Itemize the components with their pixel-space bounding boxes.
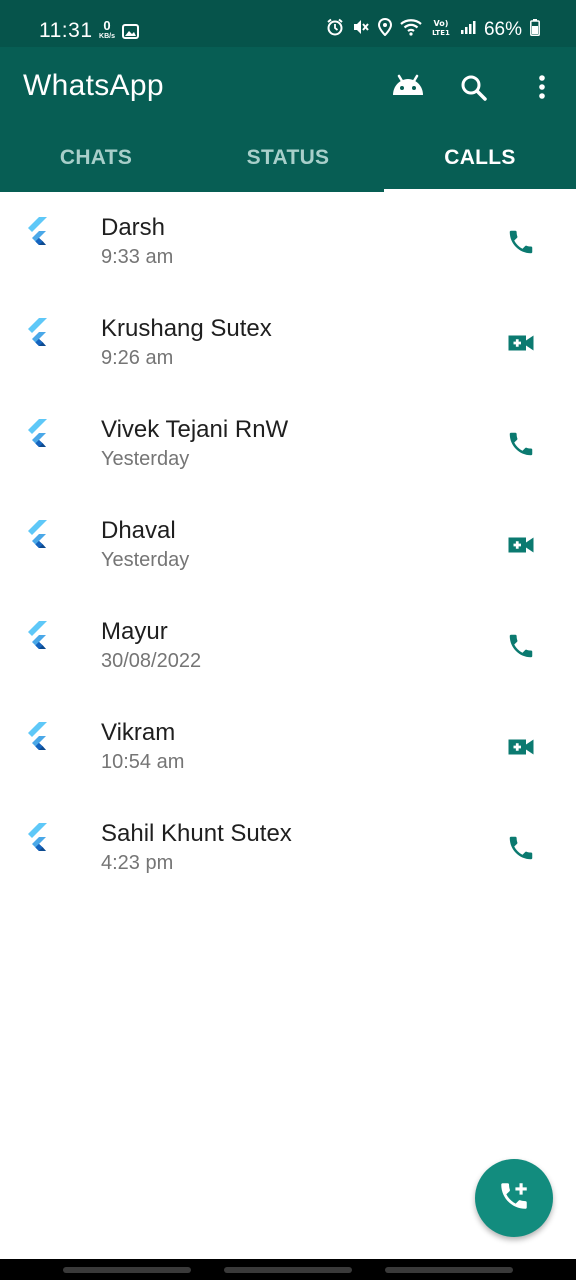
call-time: Yesterday xyxy=(101,549,190,571)
new-call-button[interactable] xyxy=(475,1159,553,1237)
tab-calls[interactable]: CALLS xyxy=(384,142,576,192)
battery-percent: 66% xyxy=(483,18,522,40)
nav-back[interactable] xyxy=(385,1267,513,1273)
call-list-item[interactable]: Krushang Sutex 9:26 am xyxy=(0,293,576,394)
video-call-icon[interactable] xyxy=(506,732,536,767)
flutter-logo-icon xyxy=(25,822,55,861)
voice-call-icon[interactable] xyxy=(506,833,536,868)
call-list-item[interactable]: Sahil Khunt Sutex 4:23 pm xyxy=(0,798,576,899)
flutter-logo-icon xyxy=(25,519,55,558)
flutter-logo-icon xyxy=(25,721,55,760)
caller-name: Sahil Khunt Sutex xyxy=(101,820,292,847)
tab-status[interactable]: STATUS xyxy=(192,142,384,192)
call-list-item[interactable]: Dhaval Yesterday xyxy=(0,495,576,596)
app-title: WhatsApp xyxy=(23,69,164,102)
network-speed-unit: KB/s xyxy=(99,33,115,40)
call-time: 10:54 am xyxy=(101,751,185,773)
android-icon[interactable] xyxy=(391,73,425,104)
call-time: 9:26 am xyxy=(101,347,174,369)
battery-icon xyxy=(530,18,540,41)
call-time: 30/08/2022 xyxy=(101,650,202,672)
flutter-logo-icon xyxy=(25,317,55,356)
volte-icon: Vo) LTE1 xyxy=(430,18,452,41)
video-call-icon[interactable] xyxy=(506,328,536,363)
call-time: 4:23 pm xyxy=(101,852,174,874)
gallery-icon xyxy=(122,24,139,44)
voice-call-icon[interactable] xyxy=(506,227,536,262)
mute-icon xyxy=(352,18,370,41)
svg-text:LTE1: LTE1 xyxy=(432,29,450,36)
wifi-icon xyxy=(400,18,422,41)
call-list-item[interactable]: Vivek Tejani RnW Yesterday xyxy=(0,394,576,495)
caller-name: Vikram xyxy=(101,719,176,746)
more-vert-icon[interactable] xyxy=(533,73,551,106)
network-speed: 0 KB/s xyxy=(96,18,118,41)
network-speed-value: 0 xyxy=(103,18,111,33)
search-icon[interactable] xyxy=(459,73,489,108)
status-icons: Vo) LTE1 66% xyxy=(326,17,540,41)
signal-icon xyxy=(460,19,476,40)
voice-call-icon[interactable] xyxy=(506,631,536,666)
flutter-logo-icon xyxy=(25,216,55,255)
caller-name: Dhaval xyxy=(101,517,176,544)
svg-text:Vo): Vo) xyxy=(434,19,449,28)
flutter-logo-icon xyxy=(25,418,55,457)
call-list-item[interactable]: Vikram 10:54 am xyxy=(0,697,576,798)
voice-call-icon[interactable] xyxy=(506,429,536,464)
tab-chats[interactable]: CHATS xyxy=(0,142,192,192)
call-time: Yesterday xyxy=(101,448,190,470)
app-bar: WhatsApp CHATS STATUS CALLS xyxy=(0,47,576,192)
caller-name: Krushang Sutex xyxy=(101,315,272,342)
nav-recents[interactable] xyxy=(63,1267,191,1273)
flutter-logo-icon xyxy=(25,620,55,659)
caller-name: Vivek Tejani RnW xyxy=(101,416,289,443)
system-nav-bar xyxy=(0,1259,576,1280)
nav-home[interactable] xyxy=(224,1267,352,1273)
caller-name: Darsh xyxy=(101,214,166,241)
call-list-item[interactable]: Darsh 9:33 am xyxy=(0,192,576,293)
location-icon xyxy=(377,17,392,41)
alarm-icon xyxy=(326,18,344,41)
call-list-item[interactable]: Mayur 30/08/2022 xyxy=(0,596,576,697)
tab-bar: CHATS STATUS CALLS xyxy=(0,142,576,192)
call-list: Darsh 9:33 am Krushang Sutex 9:26 am Vivek T… xyxy=(0,192,576,899)
call-time: 9:33 am xyxy=(101,246,174,268)
add-call-icon xyxy=(497,1179,531,1218)
caller-name: Mayur xyxy=(101,618,168,645)
status-time: 11:31 xyxy=(39,19,93,42)
status-bar: 11:31 0 KB/s Vo) LTE1 66% xyxy=(0,0,576,47)
video-call-icon[interactable] xyxy=(506,530,536,565)
